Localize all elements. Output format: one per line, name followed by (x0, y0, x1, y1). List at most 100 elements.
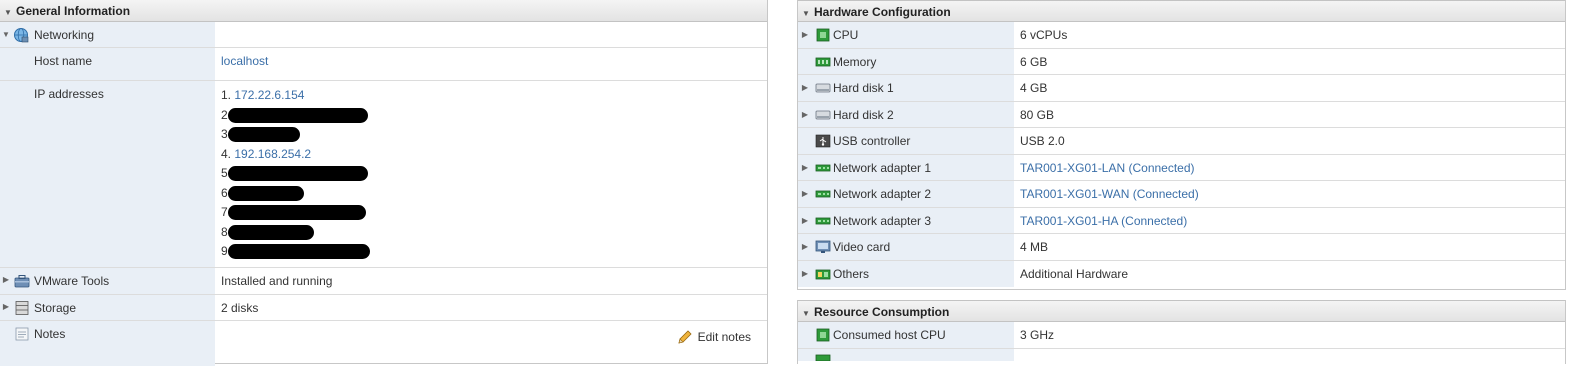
networking-label-cell: ▼ Networking (0, 22, 215, 47)
expand-toggle-icon[interactable]: ▶ (800, 102, 810, 128)
vmware-tools-label-cell: ▶ VMware Tools (0, 268, 215, 294)
resource-consumption-header[interactable]: ▼ Resource Consumption (798, 300, 1565, 322)
expand-toggle-icon[interactable]: ▼ (1, 30, 11, 39)
consumed-host-cpu-value: 3 GHz (1020, 328, 1055, 342)
expand-toggle-icon[interactable]: ▶ (800, 181, 810, 207)
vmware-tools-row: ▶ VMware Tools Installed and running (0, 268, 767, 295)
hardware-label-cell: ▶ Others (798, 260, 1014, 287)
notes-label: Notes (34, 327, 66, 341)
resource-consumption-panel: ▼ Resource Consumption Consumed host CPU … (797, 300, 1566, 364)
hardware-label-cell: ▶ Video card (798, 234, 1014, 260)
hardware-label-cell: USB controller (798, 128, 1014, 154)
expand-toggle-icon[interactable]: ▶ (1, 275, 11, 284)
hardware-value-cell: 6 GB (1014, 49, 1565, 75)
network-adapter-icon (815, 217, 831, 224)
ip-address-link[interactable]: 172.22.6.154 (234, 88, 304, 102)
hardware-configuration-header[interactable]: ▼ Hardware Configuration (798, 0, 1565, 22)
hardware-value: 80 GB (1020, 107, 1055, 122)
redaction-mark (228, 127, 301, 143)
usb-icon (815, 134, 831, 148)
network-adapter-icon (815, 164, 831, 171)
hardware-row-video-card: ▶ Video card 4 MB (798, 234, 1565, 261)
panel-title: General Information (16, 4, 131, 18)
hardware-label: Others (833, 266, 870, 281)
network-link[interactable]: TAR001-XG01-WAN (Connected) (1020, 187, 1199, 201)
next-row-value-cell (1014, 349, 1565, 361)
collapse-arrow-icon[interactable]: ▼ (4, 2, 16, 24)
hardware-value: Additional Hardware (1020, 266, 1129, 281)
edit-notes-button[interactable]: Edit notes (677, 329, 751, 345)
ip-address-link[interactable]: 192.168.254.2 (234, 147, 311, 161)
monitor-icon (815, 240, 831, 253)
general-information-header[interactable]: ▼ General Information (0, 0, 767, 22)
networking-globe-icon (14, 28, 29, 43)
host-name-link[interactable]: localhost (221, 54, 268, 68)
ip-address-item-9: 9. (221, 242, 767, 262)
network-adapter-icon (815, 190, 831, 198)
ip-addresses-label: IP addresses (34, 87, 104, 101)
hardware-label-cell: ▶ CPU (798, 22, 1014, 48)
hardware-label-cell: ▶ Network adapter 3 (798, 207, 1014, 234)
hardware-value-cell: 6 vCPUs (1014, 22, 1565, 48)
consumed-host-cpu-value-cell: 3 GHz (1014, 322, 1565, 348)
redaction-mark (228, 205, 367, 221)
networking-label: Networking (34, 28, 95, 42)
hardware-label-cell: ▶ Network adapter 2 (798, 181, 1014, 207)
expand-toggle-icon[interactable]: ▶ (800, 155, 810, 181)
hardware-label-cell: Memory (798, 48, 1014, 74)
expand-toggle-icon[interactable]: ▶ (800, 234, 810, 260)
vmware-tools-value-cell: Installed and running (215, 268, 767, 294)
memory-icon (815, 354, 831, 361)
ip-address-item-2: 2. (221, 106, 767, 126)
storage-label-cell: ▶ Storage (0, 295, 215, 320)
networking-value-cell (215, 22, 767, 47)
redaction-mark (228, 107, 369, 123)
others-icon (815, 269, 831, 279)
memory-icon (815, 57, 831, 66)
notes-row: Notes Edit notes (0, 321, 767, 366)
network-link[interactable]: TAR001-XG01-LAN (Connected) (1020, 161, 1195, 175)
vmware-tools-status: Installed and running (221, 274, 333, 288)
hardware-value-cell: TAR001-XG01-WAN (Connected) (1014, 181, 1565, 207)
expand-toggle-icon[interactable]: ▶ (800, 208, 810, 234)
hardware-label: Memory (833, 54, 877, 69)
network-link[interactable]: TAR001-XG01-HA (Connected) (1020, 214, 1187, 228)
host-name-value-cell: localhost (215, 48, 767, 80)
hardware-label: Hard disk 2 (833, 107, 894, 122)
storage-row: ▶ Storage 2 disks (0, 295, 767, 321)
hardware-row-network-adapter-1: ▶ Network adapter 1 TAR001-XG01-LAN (Conne… (798, 154, 1565, 181)
pencil-icon (678, 330, 692, 344)
hardware-value: 4 MB (1020, 240, 1049, 254)
notes-icon (15, 327, 29, 341)
hardware-label: Network adapter 1 (833, 160, 932, 175)
hardware-value-cell: 4 GB (1014, 75, 1565, 101)
hardware-label: Video card (833, 240, 891, 254)
hardware-row-hard-disk-1: ▶ Hard disk 1 4 GB (798, 75, 1565, 102)
expand-toggle-icon[interactable]: ▶ (1, 302, 11, 311)
vmware-tools-label: VMware Tools (34, 274, 110, 288)
ip-address-item-8: 8. (221, 223, 767, 243)
hardware-label-cell: ▶ Network adapter 1 (798, 154, 1014, 181)
notes-label-cell: Notes (0, 321, 215, 366)
expand-toggle-icon[interactable]: ▶ (800, 22, 810, 48)
networking-row: ▼ Networking (0, 22, 767, 48)
host-name-label: Host name (34, 54, 93, 68)
host-name-row: Host name localhost (0, 48, 767, 81)
consumed-host-cpu-label: Consumed host CPU (833, 328, 946, 342)
storage-value: 2 disks (221, 301, 259, 315)
hard-disk-icon (815, 83, 831, 93)
storage-value-cell: 2 disks (215, 295, 767, 320)
hardware-row-network-adapter-3: ▶ Network adapter 3 TAR001-XG01-HA (Connec… (798, 207, 1565, 234)
hardware-label: Network adapter 3 (833, 213, 932, 228)
hardware-value: 6 GB (1020, 54, 1048, 69)
cpu-icon (816, 28, 830, 42)
hardware-value-cell: 4 MB (1014, 234, 1565, 260)
expand-toggle-icon[interactable]: ▶ (800, 261, 810, 287)
redaction-mark (228, 166, 369, 182)
redaction-mark (228, 224, 315, 240)
hardware-label-cell: ▶ Hard disk 2 (798, 101, 1014, 128)
hard-disk-icon (815, 110, 831, 119)
expand-toggle-icon[interactable]: ▶ (800, 75, 810, 101)
panel-title: Hardware Configuration (814, 5, 951, 19)
ip-addresses-label-cell: IP addresses (0, 81, 215, 267)
